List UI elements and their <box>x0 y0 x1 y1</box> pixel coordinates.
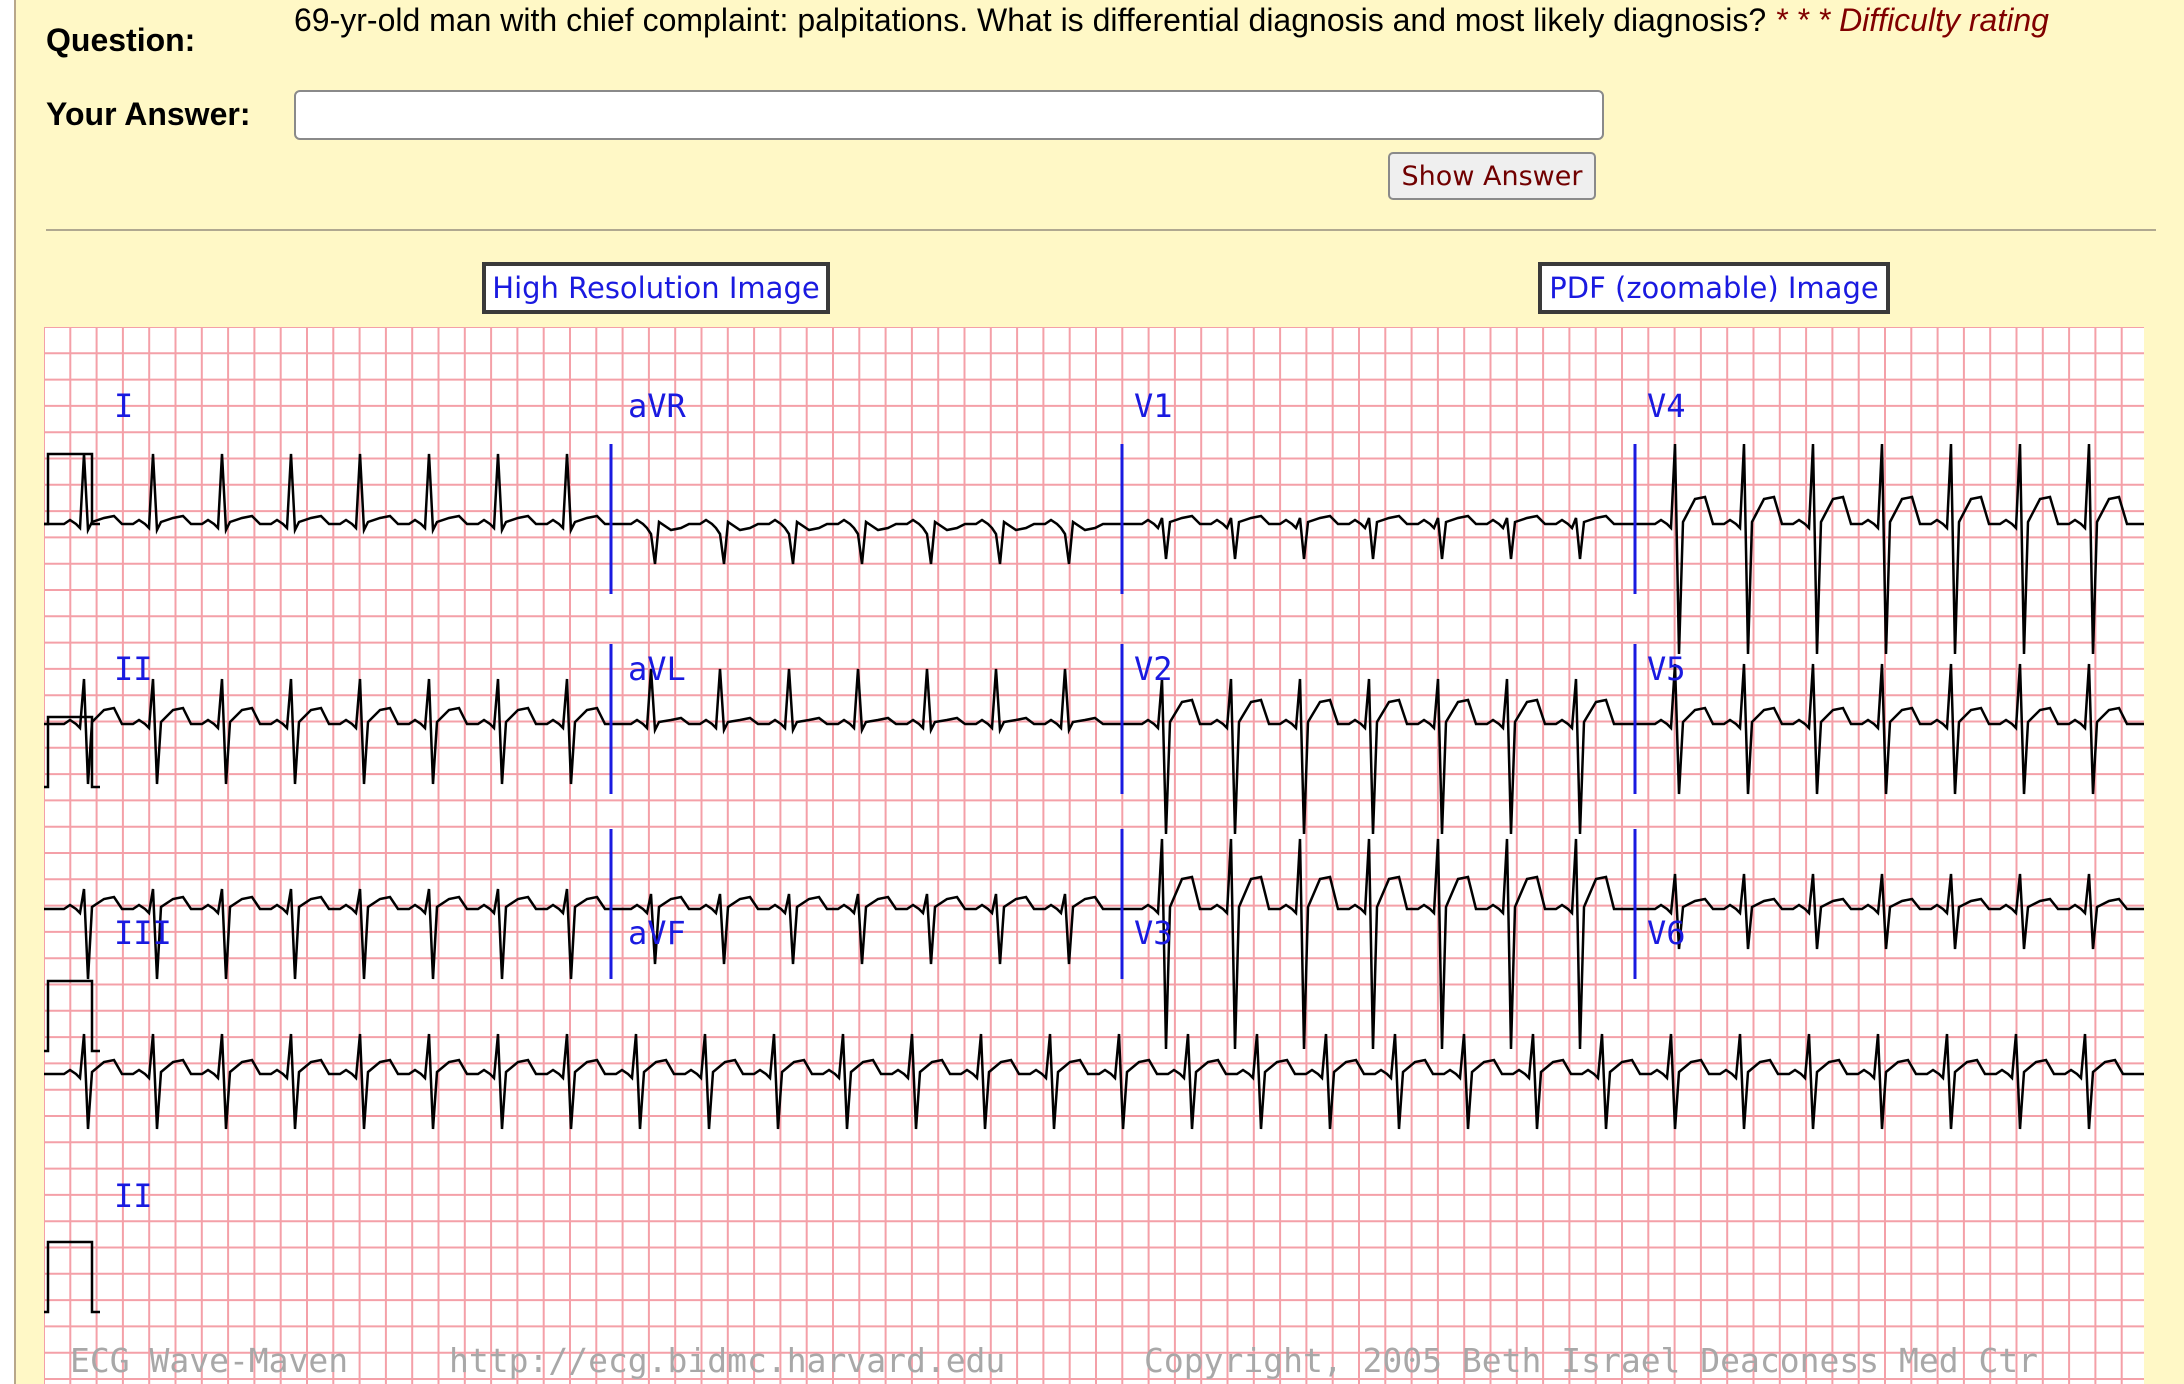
answer-input[interactable] <box>294 90 1604 140</box>
show-answer-button[interactable]: Show Answer <box>1388 152 1596 200</box>
lead-label-V3: V3 <box>1134 914 1173 952</box>
question-text: 69-yr-old man with chief complaint: palp… <box>294 0 2144 40</box>
pdf-image-link[interactable]: PDF (zoomable) Image <box>1538 262 1890 314</box>
footer-source: ECG Wave-Maven <box>70 1341 348 1380</box>
lead-label-aVL: aVL <box>628 650 686 688</box>
lead-label-III: III <box>114 914 172 952</box>
lead-label-V4: V4 <box>1647 387 1686 425</box>
lead-label-aVR: aVR <box>628 387 687 425</box>
question-label: Question: <box>46 22 196 58</box>
lead-label-V6: V6 <box>1647 914 1686 952</box>
footer-url: http://ecg.bidmc.harvard.edu <box>449 1341 1005 1380</box>
footer-copyright: Copyright, 2005 Beth Israel Deaconess Me… <box>1144 1341 2038 1380</box>
lead-label-I: I <box>114 387 133 425</box>
lead-label-V5: V5 <box>1647 650 1686 688</box>
ecg-image: I aVR V1 V4 II aVL V2 V5 III aVF V3 V6 I… <box>44 327 2144 1384</box>
high-resolution-image-link[interactable]: High Resolution Image <box>482 262 830 314</box>
lead-label-aVF: aVF <box>628 914 686 952</box>
lead-label-V1: V1 <box>1134 387 1173 425</box>
lead-label-V2: V2 <box>1134 650 1173 688</box>
answer-label: Your Answer: <box>46 96 251 132</box>
difficulty-rating: * * * Difficulty rating <box>1775 2 2049 38</box>
lead-label-rhythm-II: II <box>114 1177 153 1215</box>
lead-label-II: II <box>114 650 153 688</box>
question-body: 69-yr-old man with chief complaint: palp… <box>294 2 1767 38</box>
divider <box>46 229 2156 231</box>
